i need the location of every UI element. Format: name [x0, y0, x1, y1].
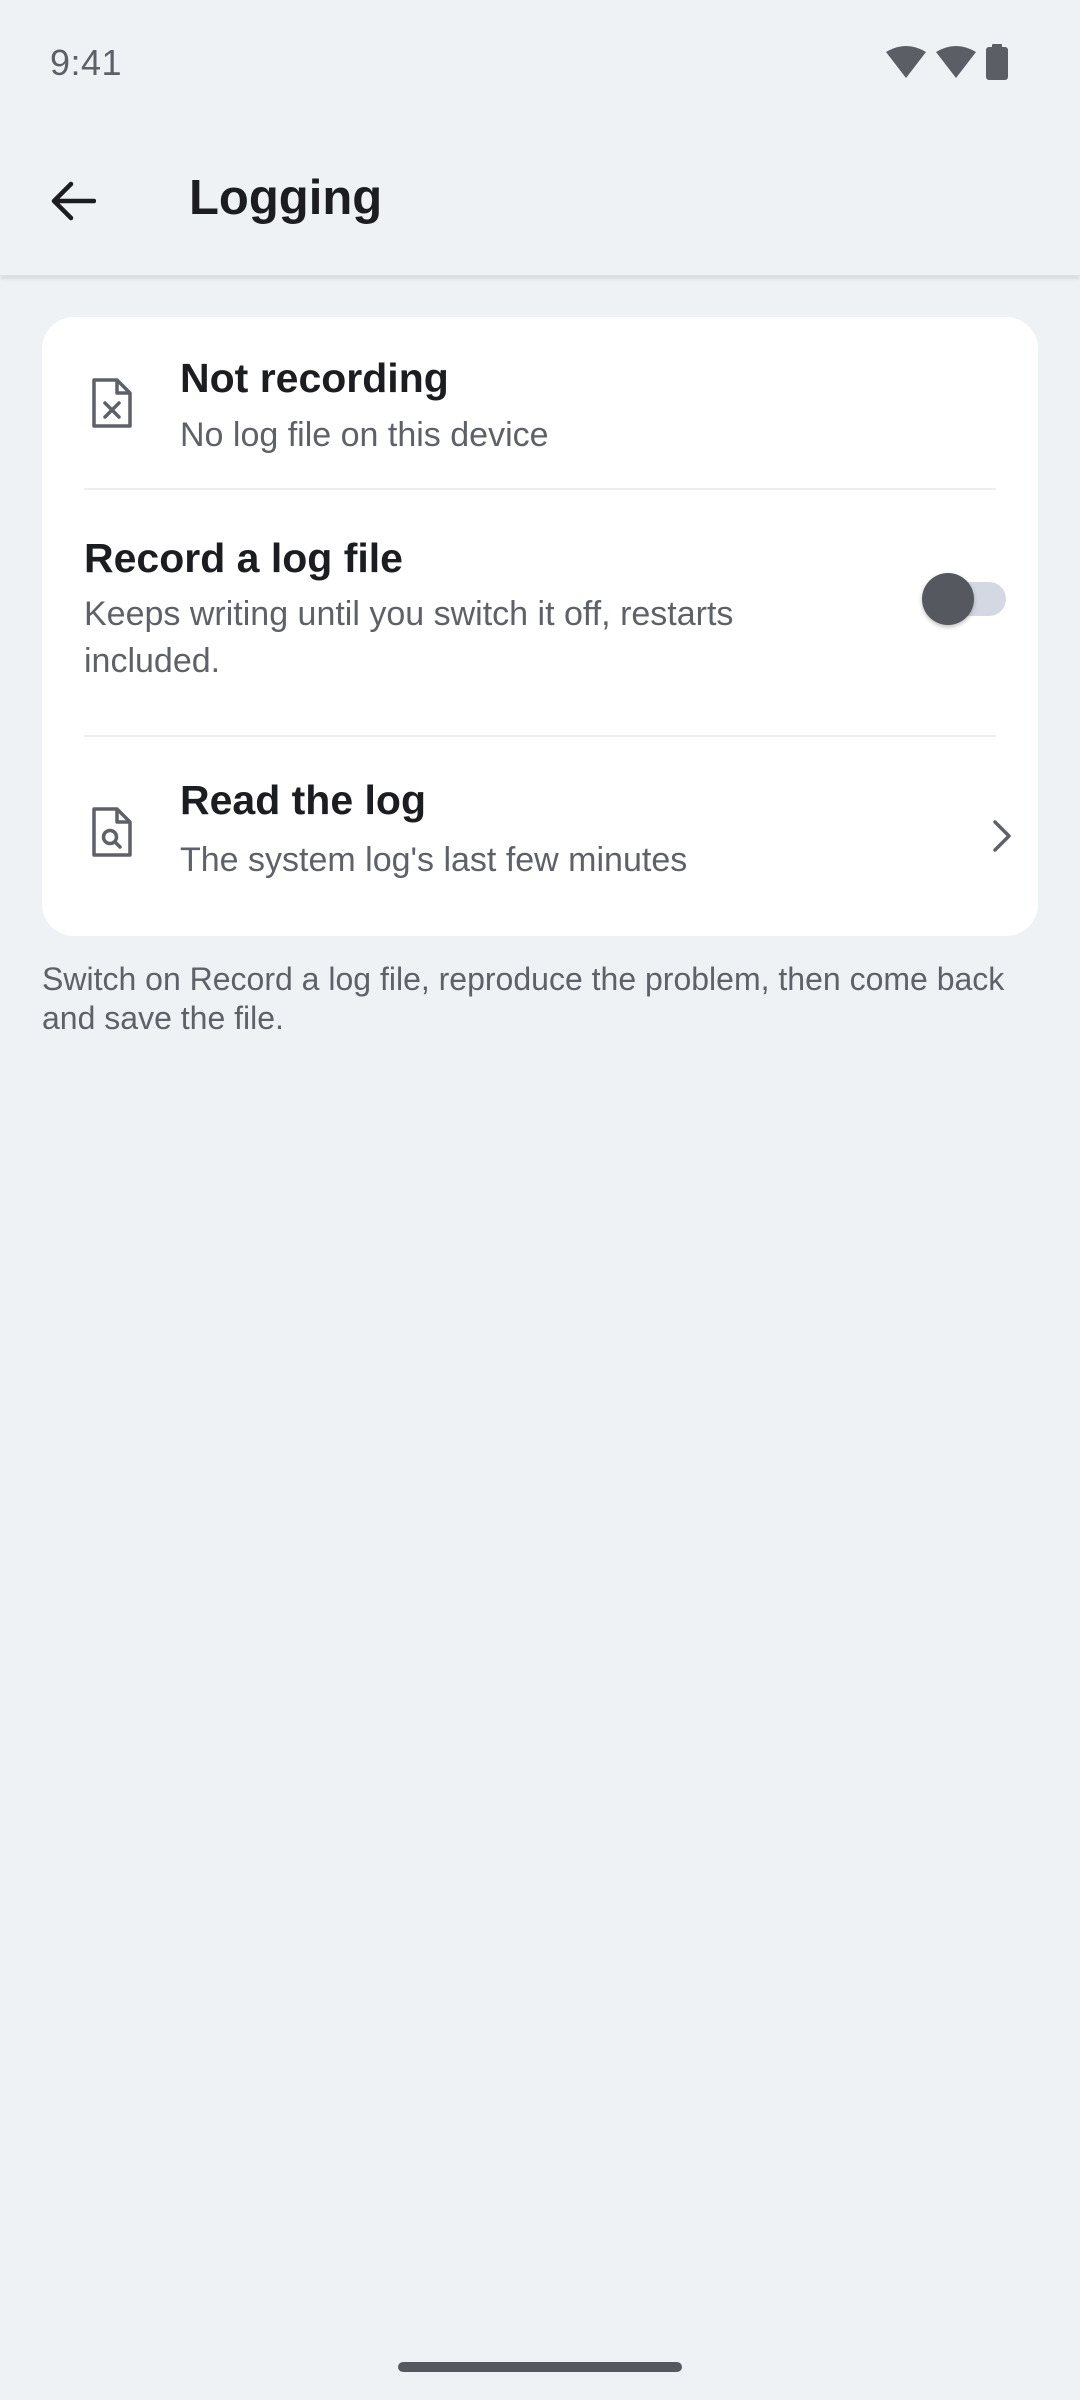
chevron-right-icon — [982, 816, 1022, 856]
status-bar: 9:41 — [0, 0, 1080, 130]
back-button[interactable] — [30, 160, 116, 246]
signal-icon — [936, 46, 976, 78]
toggle-thumb — [922, 573, 974, 625]
battery-icon — [986, 44, 1008, 80]
help-footnote: Switch on Record a log file, reproduce t… — [42, 961, 1005, 1036]
file-search-icon — [84, 804, 140, 860]
recording-status-subtitle: No log file on this device — [180, 416, 549, 454]
arrow-back-icon — [50, 181, 97, 226]
file-x-icon — [84, 375, 140, 431]
record-log-row[interactable]: Record a log file Keeps writing until yo… — [42, 490, 1038, 732]
recording-status-row: Not recording No log file on this device — [42, 317, 1038, 489]
wifi-icon — [886, 46, 926, 78]
record-log-title: Record a log file — [84, 535, 403, 581]
logging-card: Not recording No log file on this device… — [42, 317, 1038, 936]
record-log-toggle[interactable] — [922, 565, 1012, 625]
read-log-title: Read the log — [180, 777, 427, 823]
status-time: 9:41 — [50, 42, 123, 83]
recording-status-title: Not recording — [180, 355, 449, 401]
status-icons — [886, 44, 1008, 80]
page-title: Logging — [189, 171, 383, 225]
read-log-row[interactable]: Read the log The system log's last few m… — [42, 737, 1038, 936]
record-log-subtitle: Keeps writing until you switch it off, r… — [84, 595, 734, 680]
read-log-subtitle: The system log's last few minutes — [180, 841, 688, 879]
home-indicator[interactable] — [398, 2362, 682, 2372]
app-bar: Logging — [0, 130, 1080, 276]
